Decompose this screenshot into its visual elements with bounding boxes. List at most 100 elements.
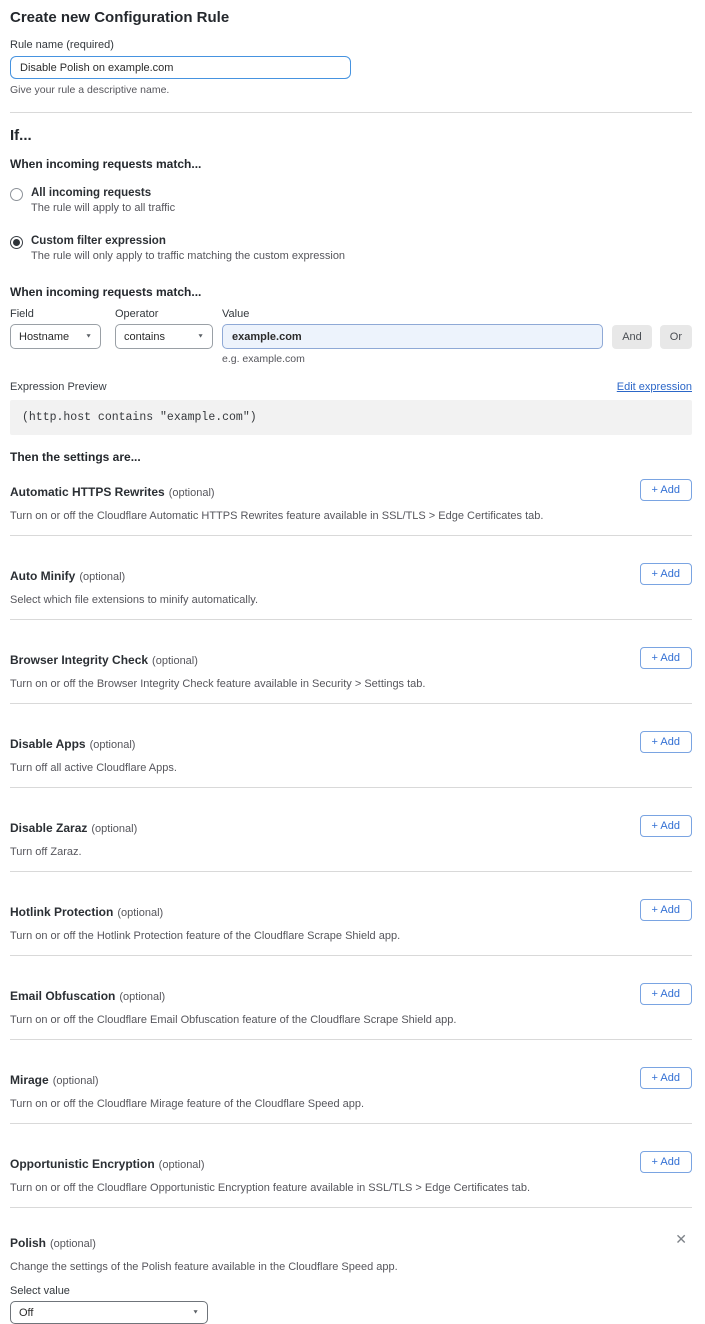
setting-section-polish: ✕ Polish (optional) Change the settings o… — [10, 1208, 692, 1324]
match-heading: When incoming requests match... — [10, 157, 692, 171]
match-option-label: All incoming requests — [31, 187, 175, 199]
setting-description: Turn off all active Cloudflare Apps. — [10, 762, 692, 774]
add-setting-button[interactable]: + Add — [640, 731, 692, 753]
match-option[interactable]: Custom filter expression The rule will o… — [10, 235, 692, 262]
setting-description: Turn on or off the Browser Integrity Che… — [10, 678, 692, 690]
value-label: Value — [222, 308, 603, 320]
polish-select-label: Select value — [10, 1285, 692, 1297]
create-configuration-rule-page: Create new Configuration Rule Rule name … — [0, 0, 705, 1324]
setting-item-email-obfuscation: Email Obfuscation (optional) Turn on or o… — [10, 956, 692, 1040]
setting-title-row: Polish (optional) — [10, 1234, 692, 1252]
setting-description: Turn on or off the Cloudflare Opportunis… — [10, 1182, 692, 1194]
or-button[interactable]: Or — [660, 325, 692, 349]
if-heading: If... — [10, 127, 692, 144]
value-column: Value e.g. example.com — [222, 308, 603, 365]
setting-title-row: Email Obfuscation (optional) — [10, 987, 692, 1005]
setting-title-row: Mirage(optional) — [10, 1071, 692, 1089]
setting-optional-suffix: (optional) — [91, 823, 137, 835]
operator-select[interactable]: contains ▼ — [115, 324, 213, 349]
setting-name: Browser Integrity Check — [10, 653, 148, 667]
rule-name-input[interactable] — [10, 56, 351, 79]
setting-optional-suffix: (optional) — [90, 739, 136, 751]
add-setting-button[interactable]: + Add — [640, 479, 692, 501]
rule-name-help: Give your rule a descriptive name. — [10, 84, 692, 96]
setting-title-row: Browser Integrity Check (optional) — [10, 651, 692, 669]
settings-list: Automatic HTTPS Rewrites(optional) Turn … — [10, 464, 692, 1208]
setting-description: Turn on or off the Cloudflare Automatic … — [10, 510, 692, 522]
add-setting-button[interactable]: + Add — [640, 647, 692, 669]
setting-optional-suffix: (optional) — [53, 1075, 99, 1087]
setting-name: Polish — [10, 1236, 46, 1250]
field-label: Field — [10, 308, 101, 320]
setting-item-disable-zaraz: Disable Zaraz(optional) Turn off Zaraz. … — [10, 788, 692, 872]
match-options-group: All incoming requests The rule will appl… — [10, 187, 692, 262]
match-option-description: The rule will only apply to traffic matc… — [31, 250, 345, 262]
setting-optional-suffix: (optional) — [152, 655, 198, 667]
setting-optional-suffix: (optional) — [117, 907, 163, 919]
operator-label: Operator — [115, 308, 213, 320]
setting-name: Auto Minify — [10, 569, 75, 583]
field-select[interactable]: Hostname ▼ — [10, 324, 101, 349]
setting-title-row: Auto Minify (optional) — [10, 567, 692, 585]
setting-title-row: Disable Apps (optional) — [10, 735, 692, 753]
expression-preview-header: Expression Preview Edit expression — [10, 381, 692, 393]
setting-title-row: Hotlink Protection (optional) — [10, 903, 692, 921]
setting-name: Disable Apps — [10, 737, 86, 751]
setting-name: Automatic HTTPS Rewrites — [10, 485, 165, 499]
setting-item-auto-minify: Auto Minify (optional) Select which file … — [10, 536, 692, 620]
settings-heading: Then the settings are... — [10, 450, 692, 464]
value-help: e.g. example.com — [222, 353, 603, 365]
add-setting-button[interactable]: + Add — [640, 983, 692, 1005]
add-setting-button[interactable]: + Add — [640, 899, 692, 921]
setting-description: Turn on or off the Cloudflare Mirage fea… — [10, 1098, 692, 1110]
setting-optional-suffix: (optional) — [50, 1238, 96, 1250]
field-select-value: Hostname — [19, 331, 69, 343]
add-setting-button[interactable]: + Add — [640, 1067, 692, 1089]
setting-title-row: Opportunistic Encryption(optional) — [10, 1155, 692, 1173]
setting-item-opportunistic-encryption: Opportunistic Encryption(optional) Turn … — [10, 1124, 692, 1208]
match-option[interactable]: All incoming requests The rule will appl… — [10, 187, 692, 214]
edit-expression-link[interactable]: Edit expression — [617, 381, 692, 393]
setting-name: Opportunistic Encryption — [10, 1157, 155, 1171]
section-divider — [10, 112, 692, 113]
value-input[interactable] — [222, 324, 603, 349]
setting-title-row: Automatic HTTPS Rewrites(optional) — [10, 483, 692, 501]
operator-column: Operator contains ▼ — [115, 308, 213, 349]
add-setting-button[interactable]: + Add — [640, 815, 692, 837]
page-title: Create new Configuration Rule — [10, 9, 692, 26]
chevron-down-icon: ▼ — [192, 1310, 199, 1316]
setting-optional-suffix: (optional) — [79, 571, 125, 583]
chevron-down-icon: ▼ — [85, 334, 92, 340]
builder-heading: When incoming requests match... — [10, 285, 692, 299]
setting-title-row: Disable Zaraz (optional) — [10, 819, 692, 837]
setting-item-mirage: Mirage(optional) Turn on or off the Clou… — [10, 1040, 692, 1124]
polish-value-select[interactable]: Off ▼ — [10, 1301, 208, 1324]
operator-select-value: contains — [124, 331, 165, 343]
polish-select-value: Off — [19, 1307, 33, 1319]
add-setting-button[interactable]: + Add — [640, 1151, 692, 1173]
radio-icon[interactable] — [10, 236, 23, 249]
setting-name: Hotlink Protection — [10, 905, 113, 919]
radio-icon[interactable] — [10, 188, 23, 201]
setting-description: Turn on or off the Hotlink Protection fe… — [10, 930, 692, 942]
match-option-description: The rule will apply to all traffic — [31, 202, 175, 214]
add-setting-button[interactable]: + Add — [640, 563, 692, 585]
setting-name: Email Obfuscation — [10, 989, 115, 1003]
rule-name-label: Rule name (required) — [10, 39, 692, 51]
rule-name-group: Rule name (required) Give your rule a de… — [10, 39, 692, 96]
setting-item-automatic-https-rewrites: Automatic HTTPS Rewrites(optional) Turn … — [10, 464, 692, 536]
expression-builder-row: Field Hostname ▼ Operator contains ▼ Val… — [10, 308, 692, 365]
field-column: Field Hostname ▼ — [10, 308, 101, 349]
and-button[interactable]: And — [612, 325, 652, 349]
chevron-down-icon: ▼ — [197, 334, 204, 340]
setting-description: Change the settings of the Polish featur… — [10, 1261, 692, 1273]
match-option-label: Custom filter expression — [31, 235, 345, 247]
close-icon[interactable]: ✕ — [675, 1232, 687, 1246]
setting-item-disable-apps: Disable Apps (optional) Turn off all acti… — [10, 704, 692, 788]
setting-name: Disable Zaraz — [10, 821, 87, 835]
setting-item-browser-integrity-check: Browser Integrity Check (optional) Turn o… — [10, 620, 692, 704]
setting-optional-suffix: (optional) — [119, 991, 165, 1003]
setting-description: Select which file extensions to minify a… — [10, 594, 692, 606]
setting-item-hotlink-protection: Hotlink Protection (optional) Turn on or … — [10, 872, 692, 956]
setting-description: Turn on or off the Cloudflare Email Obfu… — [10, 1014, 692, 1026]
